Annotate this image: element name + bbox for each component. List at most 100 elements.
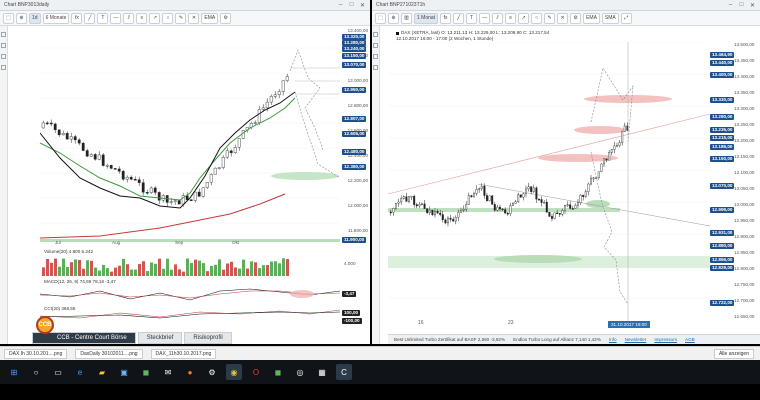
indicator-button[interactable]: fx bbox=[440, 12, 452, 24]
overlay-select[interactable]: EMA bbox=[583, 12, 600, 24]
tab-ccb[interactable]: CCB - Centre Court Börse bbox=[32, 332, 136, 344]
fib-tool-icon[interactable]: ≡ bbox=[505, 12, 517, 24]
tab-risikoprofil[interactable]: Risikoprofil bbox=[184, 332, 232, 344]
support-zone-4 bbox=[494, 255, 582, 263]
overlay-select[interactable]: EMA bbox=[201, 12, 219, 24]
chrome-icon[interactable]: ◉ bbox=[226, 364, 242, 380]
status-link-info[interactable]: Info bbox=[609, 337, 617, 342]
price-pill: 12.931,00 bbox=[710, 230, 735, 236]
settings-icon[interactable]: ⚙ bbox=[220, 12, 232, 24]
pen-tool-icon[interactable]: ✎ bbox=[544, 12, 556, 24]
maximize-icon[interactable]: □ bbox=[738, 2, 745, 9]
line-tool-icon[interactable]: ╱ bbox=[453, 12, 465, 24]
y-tick: 12.950,00 bbox=[734, 218, 755, 223]
fib-tool-icon[interactable]: ≡ bbox=[136, 12, 148, 24]
status-link-impressum[interactable]: Impressum bbox=[654, 337, 677, 342]
sidebar-tool-icon[interactable] bbox=[1, 54, 6, 59]
start-icon[interactable]: ⊞ bbox=[6, 364, 22, 380]
download-item[interactable]: DaxDaily 30102011....png bbox=[75, 348, 143, 359]
shape-tool-icon[interactable]: ○ bbox=[531, 12, 543, 24]
maximize-icon[interactable]: □ bbox=[348, 2, 355, 9]
status-item[interactable]: Best Unlimited Turbo Zertifikat auf BASF… bbox=[394, 337, 505, 342]
horizontal-line-icon[interactable]: — bbox=[479, 12, 491, 24]
store-icon[interactable]: ▣ bbox=[116, 364, 132, 380]
candle bbox=[285, 76, 289, 81]
candle bbox=[488, 195, 491, 201]
close-icon[interactable]: ✕ bbox=[749, 2, 756, 9]
volume-bar bbox=[266, 265, 269, 276]
screen-icon[interactable]: ▦ bbox=[314, 364, 330, 380]
delete-icon[interactable]: ✕ bbox=[188, 12, 200, 24]
sidebar-tool-icon[interactable] bbox=[373, 32, 378, 37]
text-tool-icon[interactable]: T bbox=[466, 12, 478, 24]
status-item[interactable]: Endlos Turbo Long auf Allianz 7,140 1,42… bbox=[513, 337, 601, 342]
candle bbox=[483, 185, 486, 196]
candle bbox=[621, 131, 624, 143]
horizontal-line-icon[interactable]: — bbox=[110, 12, 122, 24]
firefox-icon[interactable]: ● bbox=[182, 364, 198, 380]
candle bbox=[613, 145, 616, 150]
close-icon[interactable]: ✕ bbox=[359, 2, 366, 9]
price-pill: 12.999,00 bbox=[710, 207, 735, 213]
chart-type-icon[interactable]: ▥ bbox=[401, 12, 412, 24]
edge-icon[interactable]: e bbox=[72, 364, 88, 380]
search-icon[interactable]: ○ bbox=[28, 364, 44, 380]
minimize-icon[interactable]: – bbox=[337, 2, 344, 9]
candle bbox=[496, 206, 499, 211]
minimize-icon[interactable]: – bbox=[727, 2, 734, 9]
channel-tool-icon[interactable]: ⫽ bbox=[492, 12, 504, 24]
pen-tool-icon[interactable]: ✎ bbox=[175, 12, 187, 24]
period-select[interactable]: 1 Monat bbox=[414, 12, 439, 24]
indicator-button[interactable]: fx bbox=[71, 12, 83, 24]
sidebar-tool-icon[interactable] bbox=[1, 65, 6, 70]
delete-icon[interactable]: ✕ bbox=[557, 12, 569, 24]
sidebar-tool-icon[interactable] bbox=[373, 54, 378, 59]
volume-bar bbox=[198, 260, 201, 276]
download-item[interactable]: DAX Ih 30.10.201....png bbox=[4, 348, 68, 359]
status-link-newsletter[interactable]: Newsletter bbox=[625, 337, 647, 342]
sidebar-tool-icon[interactable] bbox=[1, 43, 6, 48]
left-price-chart[interactable] bbox=[40, 28, 340, 242]
text-tool-icon[interactable]: T bbox=[97, 12, 109, 24]
period-select[interactable]: 6 Monate bbox=[42, 12, 70, 24]
app-icon[interactable]: ◼ bbox=[138, 364, 154, 380]
candle bbox=[436, 210, 439, 214]
arrow-tool-icon[interactable]: ↗ bbox=[518, 12, 530, 24]
candle bbox=[209, 174, 213, 183]
channel-tool-icon[interactable]: ⫽ bbox=[123, 12, 135, 24]
cursor-tool-icon[interactable]: ⬚ bbox=[3, 12, 14, 24]
sidebar-tool-icon[interactable] bbox=[1, 32, 6, 37]
settings-icon[interactable]: ⚙ bbox=[570, 12, 582, 24]
mail-icon[interactable]: ✉ bbox=[160, 364, 176, 380]
opera-icon[interactable]: O bbox=[248, 364, 264, 380]
settings-app-icon[interactable]: ⚙ bbox=[204, 364, 220, 380]
price-pill: 12.950,00 bbox=[342, 87, 367, 93]
right-price-chart[interactable]: 16 23 bbox=[388, 42, 710, 326]
fullscreen-icon[interactable]: ⤢ bbox=[620, 12, 632, 24]
candle bbox=[605, 158, 608, 161]
show-all-downloads-button[interactable]: Alle anzeigen bbox=[713, 348, 754, 359]
volume-bar bbox=[262, 265, 265, 276]
candle bbox=[459, 210, 462, 213]
shape-tool-icon[interactable]: ○ bbox=[162, 12, 174, 24]
sidebar-tool-icon[interactable] bbox=[373, 65, 378, 70]
app-icon[interactable]: C bbox=[336, 364, 352, 380]
zoom-icon[interactable]: ⊕ bbox=[388, 12, 399, 24]
zoom-icon[interactable]: ⊕ bbox=[16, 12, 27, 24]
candle bbox=[623, 125, 626, 132]
volume-bar bbox=[102, 264, 105, 276]
task-view-icon[interactable]: ▭ bbox=[50, 364, 66, 380]
status-link-agb[interactable]: AGB bbox=[685, 337, 695, 342]
tab-steckbrief[interactable]: Steckbrief bbox=[137, 332, 183, 344]
interval-button[interactable]: 1d bbox=[29, 12, 41, 24]
sidebar-tool-icon[interactable] bbox=[373, 43, 378, 48]
overlay-select-2[interactable]: SMA bbox=[601, 12, 619, 24]
download-item[interactable]: DAX_11h30.10.2017.png bbox=[150, 348, 217, 359]
volume-bar bbox=[274, 261, 277, 276]
media-icon[interactable]: ◎ bbox=[292, 364, 308, 380]
line-tool-icon[interactable]: ╱ bbox=[84, 12, 96, 24]
cursor-tool-icon[interactable]: ⬚ bbox=[375, 12, 386, 24]
explorer-icon[interactable]: ▰ bbox=[94, 364, 110, 380]
arrow-tool-icon[interactable]: ↗ bbox=[149, 12, 161, 24]
app-icon[interactable]: ◼ bbox=[270, 364, 286, 380]
